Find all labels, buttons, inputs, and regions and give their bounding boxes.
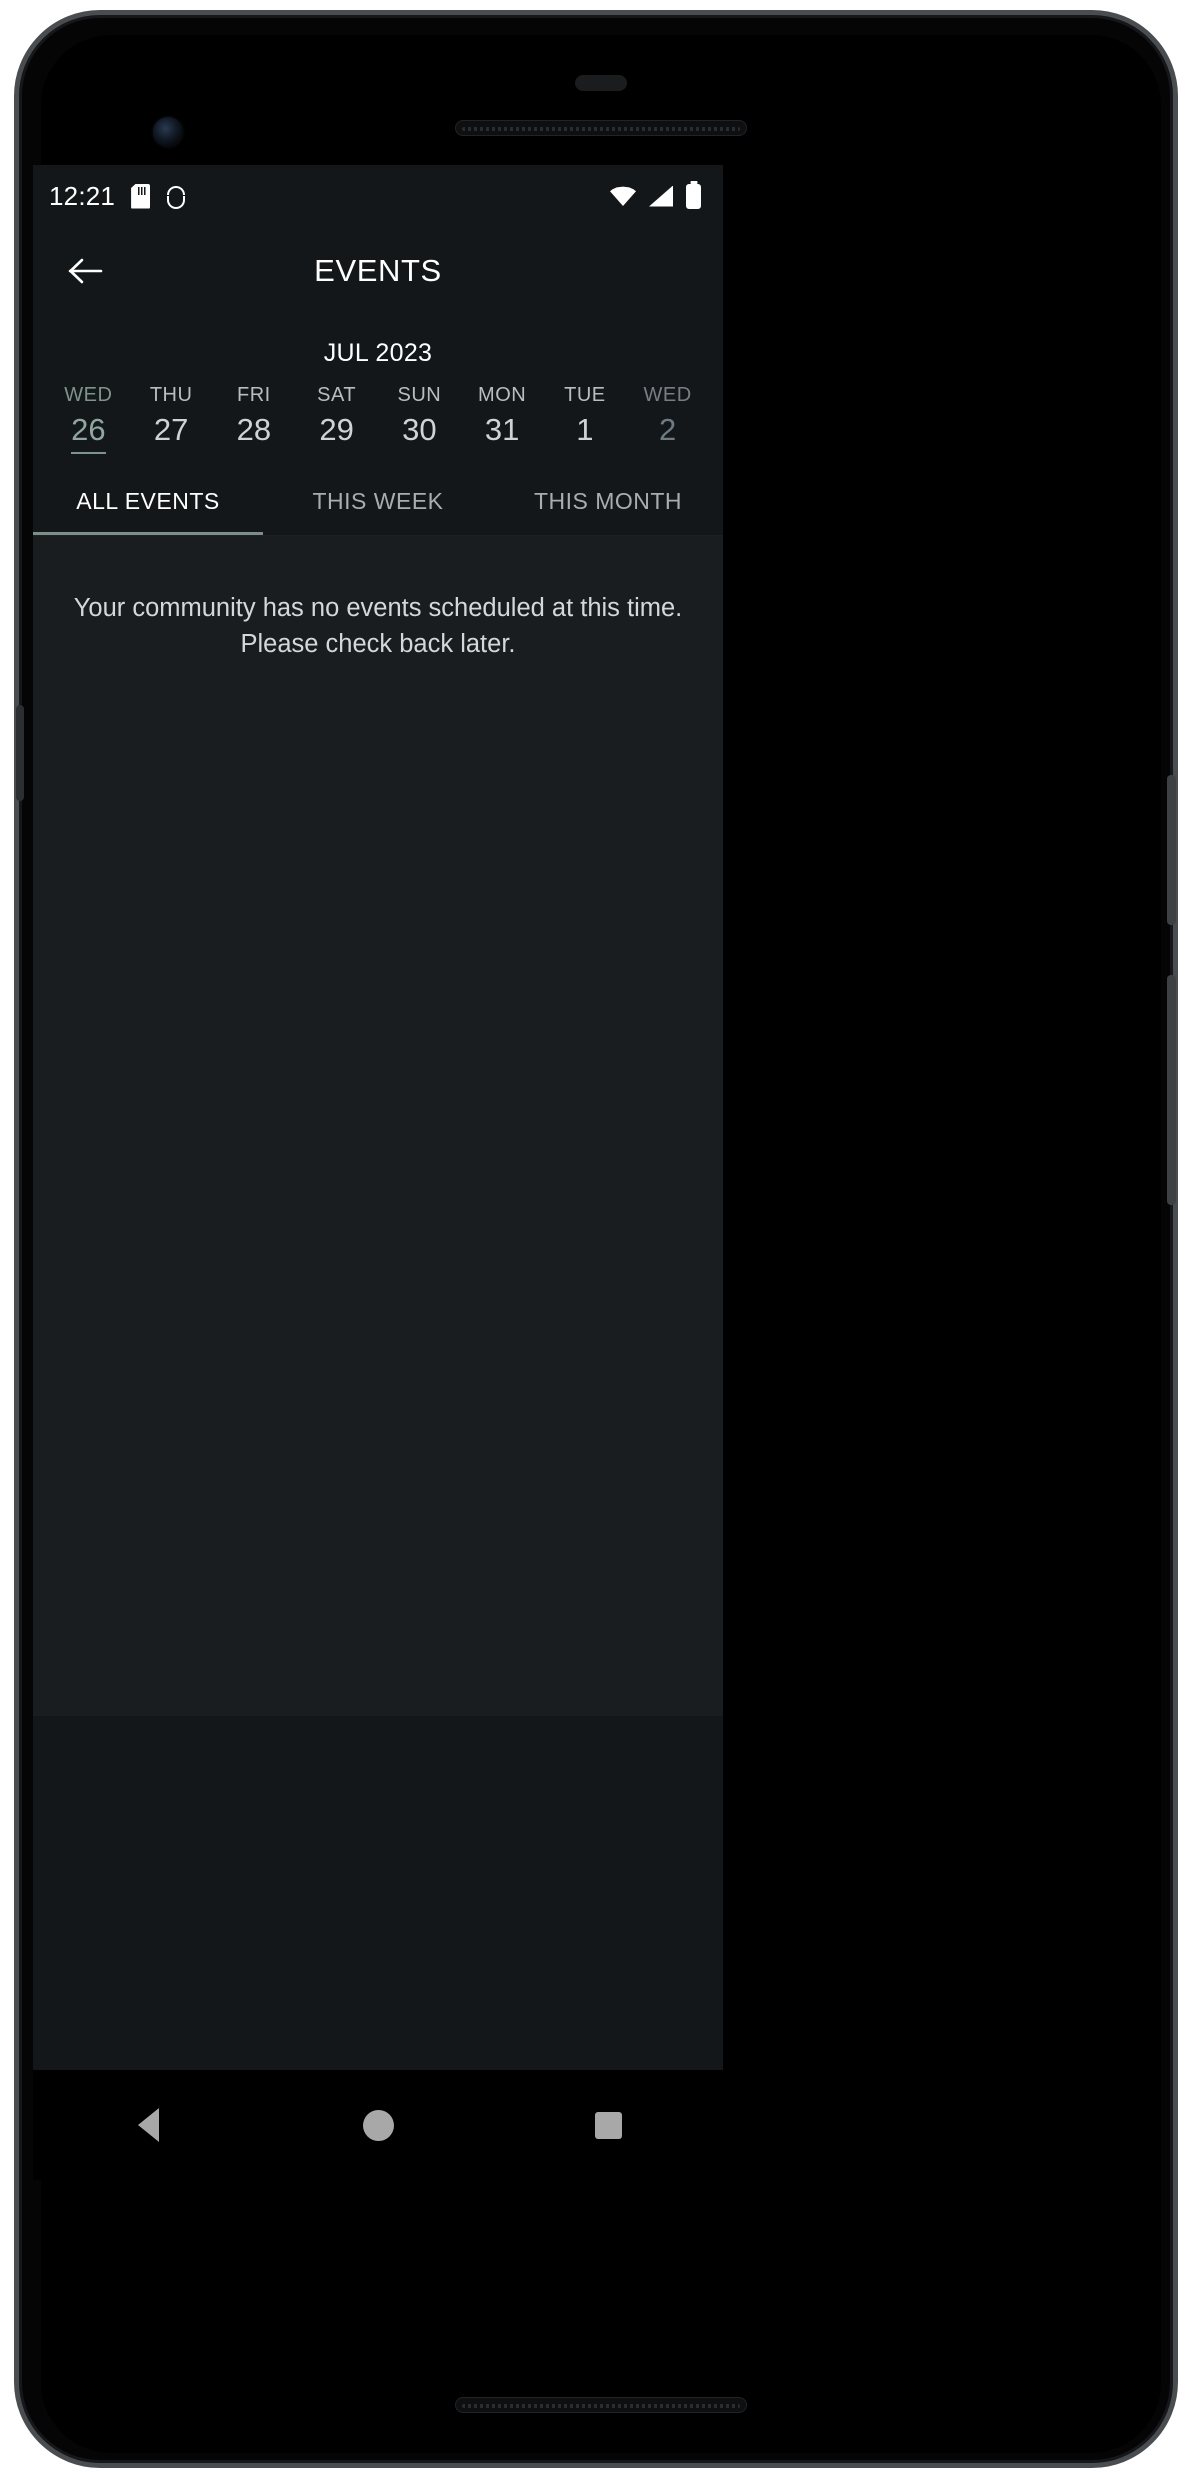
date-cell-26[interactable]: WED 26 <box>47 384 130 455</box>
volume-button[interactable] <box>1167 975 1176 1205</box>
android-navigation-bar <box>33 2070 723 2180</box>
nav-back-icon <box>137 2108 159 2142</box>
date-number-label: 2 <box>659 412 677 447</box>
calendar-month-label: JUL 2023 <box>323 339 433 367</box>
nav-home-icon <box>362 2109 394 2141</box>
date-dow-label: MON <box>478 384 527 406</box>
status-clock: 12:21 <box>49 180 116 211</box>
home-nav-button[interactable] <box>333 2095 423 2155</box>
back-button[interactable] <box>63 248 109 294</box>
app-screen: 12:21 EVENTS JUL 2023 WED 26 THU 27 FRI … <box>33 165 723 2070</box>
recents-nav-button[interactable] <box>563 2095 653 2155</box>
date-dow-label: SAT <box>317 384 357 406</box>
phone-device-frame: 12:21 EVENTS JUL 2023 WED 26 THU 27 FRI … <box>0 0 1194 2480</box>
date-number-label: 31 <box>484 412 520 447</box>
back-arrow-icon <box>68 258 103 284</box>
status-bar-left: 12:21 <box>49 181 186 212</box>
app-bar: EVENTS <box>33 227 723 315</box>
back-nav-button[interactable] <box>103 2095 193 2155</box>
tab-bar: ALL EVENTS THIS WEEK THIS MONTH <box>33 472 723 537</box>
cellular-signal-icon <box>649 185 673 207</box>
date-cell-1[interactable]: TUE 1 <box>544 384 627 454</box>
empty-state-message: Your community has no events scheduled a… <box>73 594 683 659</box>
date-number-label: 30 <box>402 412 437 447</box>
tab-this-month[interactable]: THIS MONTH <box>493 472 723 535</box>
bottom-speaker <box>455 2397 747 2413</box>
page-title: EVENTS <box>314 253 442 288</box>
date-cell-31[interactable]: MON 31 <box>461 384 544 454</box>
left-side-trim <box>16 705 24 801</box>
date-dow-label: WED <box>643 384 692 406</box>
date-dow-label: TUE <box>564 384 606 406</box>
date-number-label: 26 <box>71 412 106 455</box>
events-content-area: Your community has no events scheduled a… <box>33 536 723 1717</box>
earpiece-speaker <box>455 120 747 136</box>
date-dow-label: THU <box>149 384 193 406</box>
date-dow-label: WED <box>64 384 113 406</box>
date-cell-30[interactable]: SUN 30 <box>378 384 461 454</box>
date-number-label: 29 <box>319 412 354 447</box>
date-cell-28[interactable]: FRI 28 <box>213 384 296 454</box>
calendar-date-strip[interactable]: WED 26 THU 27 FRI 28 SAT 29 SUN 30 MON 3… <box>33 374 723 472</box>
date-cell-2[interactable]: WED 2 <box>626 384 709 454</box>
status-bar-right <box>610 183 701 209</box>
date-number-label: 1 <box>576 412 594 447</box>
date-number-label: 27 <box>153 412 189 447</box>
sd-card-icon <box>131 184 150 209</box>
front-camera <box>153 117 183 147</box>
battery-icon <box>686 183 701 209</box>
wifi-icon <box>610 186 636 206</box>
proximity-sensor <box>575 75 627 91</box>
date-cell-27[interactable]: THU 27 <box>130 384 213 454</box>
nav-recents-icon <box>594 2111 622 2139</box>
date-dow-label: SUN <box>397 384 442 406</box>
date-cell-29[interactable]: SAT 29 <box>295 384 378 454</box>
tab-all-events[interactable]: ALL EVENTS <box>33 472 263 536</box>
tab-this-week[interactable]: THIS WEEK <box>263 472 493 535</box>
android-debug-icon <box>166 184 186 209</box>
date-number-label: 28 <box>236 412 272 447</box>
date-dow-label: FRI <box>237 384 271 406</box>
status-bar: 12:21 <box>33 165 723 227</box>
power-button[interactable] <box>1167 775 1176 925</box>
